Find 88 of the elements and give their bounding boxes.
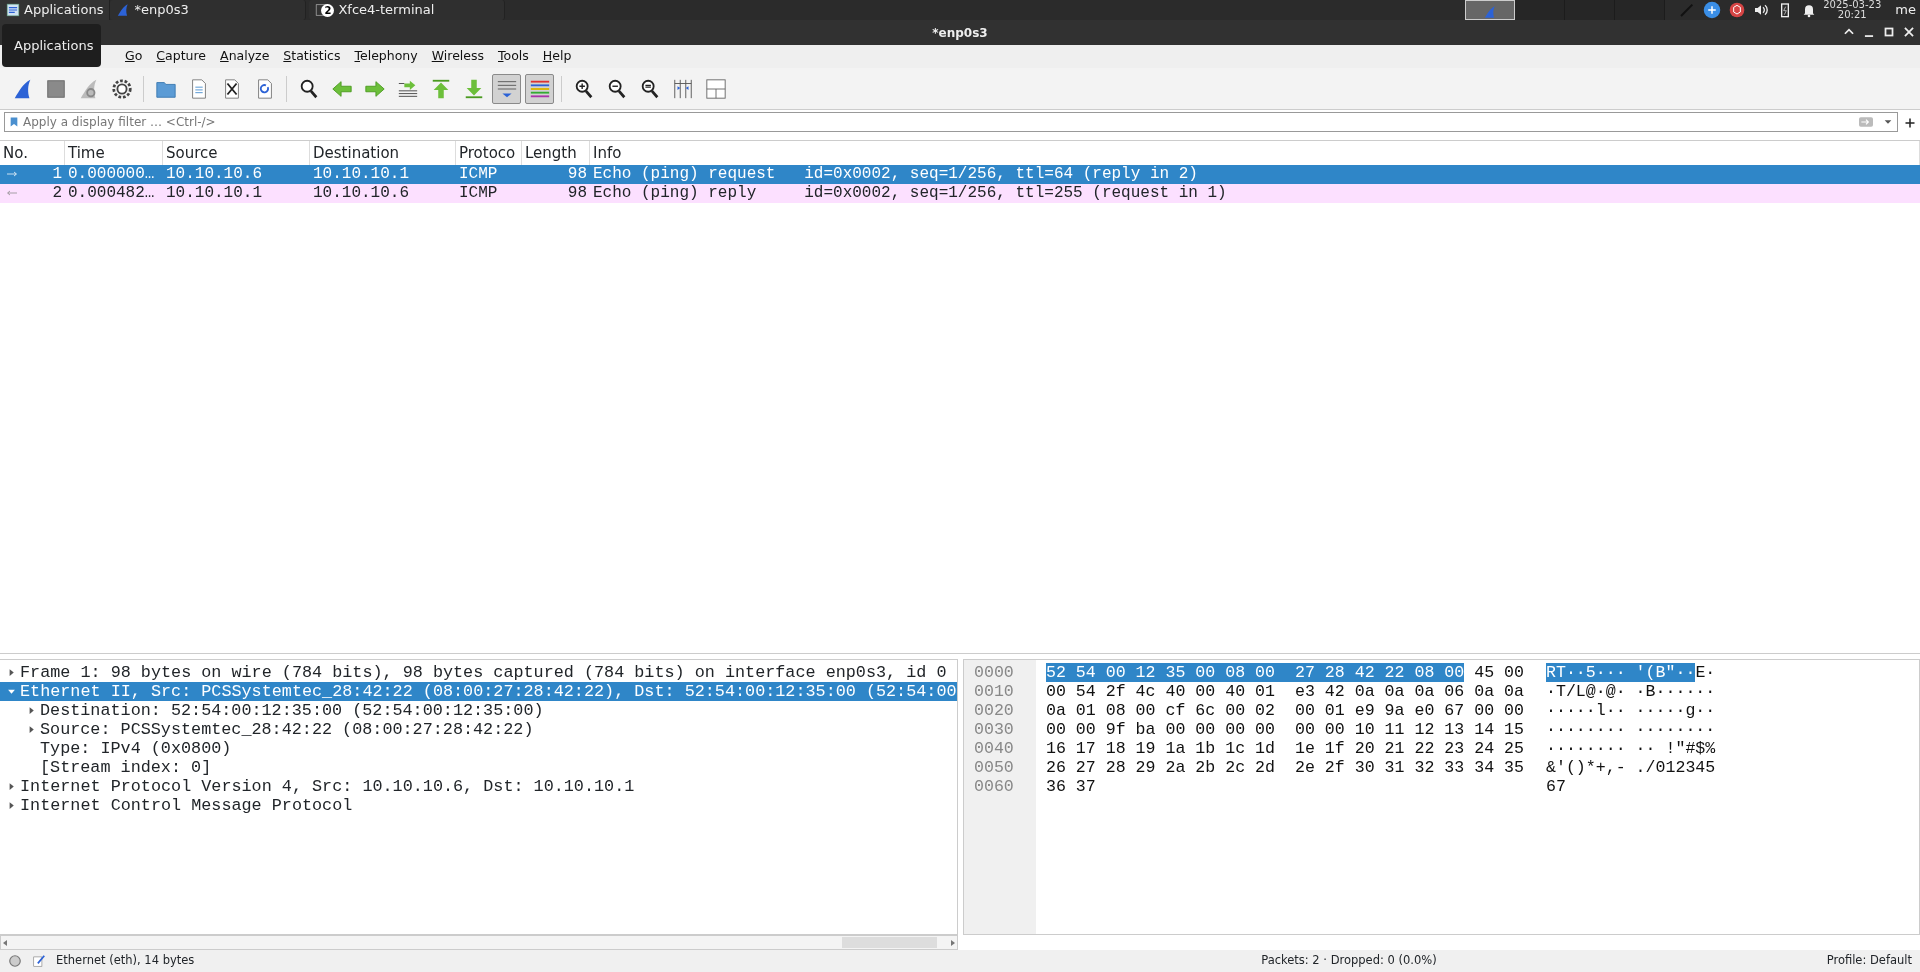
hex-offset: 0000 xyxy=(973,663,1015,682)
menu-item[interactable]: Tools xyxy=(491,47,536,66)
bookmark-icon[interactable] xyxy=(9,115,19,129)
scroll-left-icon[interactable] xyxy=(1,938,9,947)
hex-offset: 0020 xyxy=(973,701,1015,720)
table-cell-text: 10.10.10.1 xyxy=(312,165,410,184)
menu-item[interactable]: Telephony xyxy=(347,47,425,66)
layout-icon xyxy=(704,77,727,100)
user-name[interactable]: me xyxy=(1895,0,1916,20)
tree-item[interactable]: Frame 1: 98 bytes on wire (784 bits), 98 bytes captured (784 bits) on interface enp0s3, id 0 xyxy=(0,663,957,682)
gear-icon xyxy=(110,77,133,100)
hex-offset: 0010 xyxy=(973,682,1015,701)
status-circle-icon[interactable] xyxy=(8,954,22,968)
hex-offset: 0040 xyxy=(973,739,1015,758)
resize-columns-icon xyxy=(671,77,694,100)
shark-fin-icon xyxy=(116,3,131,17)
menu-item[interactable]: Capture xyxy=(149,47,214,66)
table-cell-text: ICMP xyxy=(458,184,499,203)
hex-offset: 0060 xyxy=(973,777,1015,796)
collapse-caret-icon[interactable] xyxy=(6,687,16,696)
tree-item[interactable]: Internet Protocol Version 4, Src: 10.10.10.6, Dst: 10.10.10.1 xyxy=(0,777,957,796)
applications-menu-button[interactable]: Applications xyxy=(0,0,111,20)
clock-time: 20:21 xyxy=(1836,10,1868,20)
ascii-text[interactable]: ·T/L@·@· ·B······ xyxy=(1546,682,1716,701)
close-icon[interactable] xyxy=(1902,25,1916,39)
table-cell: 2 xyxy=(52,184,62,202)
table-cell-text: ICMP xyxy=(458,165,499,184)
hex-bytes[interactable]: 00 00 9f ba 00 00 00 00 00 00 10 11 12 13 14 15 xyxy=(1046,720,1524,739)
hex-bytes[interactable]: 00 54 2f 4c 40 00 40 01 e3 42 0a 0a 0a 06 0a 0a xyxy=(1046,682,1524,701)
packet-row[interactable]: 2 0.000482… 10.10.10.1 10.10.10.6 ICMP 98 Echo (ping) reply id=0x0002, seq=1/256, ttl=255 (request in 1) xyxy=(0,184,1920,203)
ascii-text[interactable]: E· xyxy=(1695,663,1716,682)
clock-date: 2025-03-23 xyxy=(1823,0,1882,10)
tree-item[interactable]: Ethernet II, Src: PCSSystemtec_28:42:22 (08:00:27:28:42:22), Dst: 52:54:00:12:35:00 (52:54:00 xyxy=(0,682,957,701)
tree-item[interactable]: Source: PCSSystemtec_28:42:22 (08:00:27:28:42:22) xyxy=(0,720,957,739)
menu-item[interactable]: Go xyxy=(118,47,150,66)
volume-icon xyxy=(1753,2,1770,18)
ascii-text[interactable]: ·····l·· ·····g·· xyxy=(1546,701,1716,720)
profile-text[interactable]: Profile: Default xyxy=(1826,952,1912,970)
menu-item[interactable]: Analyze xyxy=(213,47,277,66)
scroll-right-icon[interactable] xyxy=(949,938,957,947)
edit-icon[interactable] xyxy=(32,954,46,968)
network-icon xyxy=(1703,1,1722,19)
table-cell-text: 0.000000… xyxy=(67,165,156,184)
hex-bytes[interactable]: 16 17 18 19 1a 1b 1c 1d 1e 1f 20 21 22 23 24 25 xyxy=(1046,739,1524,758)
add-icon[interactable] xyxy=(1904,116,1916,129)
ascii-text[interactable]: ········ ········ xyxy=(1546,720,1716,739)
tree-item[interactable]: [Stream index: 0] xyxy=(0,758,957,777)
table-cell-text: Echo (ping) reply id=0x0002, seq=1/256, ttl=255 (request in 1) xyxy=(592,184,1228,203)
ascii-text[interactable]: 67 xyxy=(1546,777,1566,796)
menu-item[interactable]: Help xyxy=(535,47,579,66)
ascii-text[interactable]: RT··5··· '(B"·· xyxy=(1546,663,1696,682)
stop-icon xyxy=(44,77,67,100)
packet-row[interactable]: 1 0.000000… 10.10.10.6 10.10.10.1 ICMP 98 Echo (ping) request id=0x0002, seq=1/256, ttl=64 (reply in 2) xyxy=(0,165,1920,184)
table-cell-text: 10.10.10.6 xyxy=(312,184,410,203)
hex-offset: 0030 xyxy=(973,720,1015,739)
table-cell-text: 10.10.10.1 xyxy=(165,184,263,203)
hex-bytes[interactable]: 36 37 xyxy=(1046,777,1096,796)
ascii-text[interactable]: ········ ·· !"#$% xyxy=(1546,739,1716,758)
tooltip: Applications xyxy=(2,24,101,67)
tree-item[interactable]: Type: IPv4 (0x0800) xyxy=(0,739,957,758)
hex-bytes[interactable]: 26 27 28 29 2a 2b 2c 2d 2e 2f 30 31 32 33 34 35 xyxy=(1046,758,1524,777)
hex-offset: 0050 xyxy=(973,758,1015,777)
menu-item[interactable]: Wireless xyxy=(424,47,491,66)
maximize-icon[interactable] xyxy=(1882,25,1896,39)
menu-item[interactable]: Statistics xyxy=(276,47,348,66)
horizontal-scrollbar[interactable] xyxy=(0,935,958,950)
window-count-badge: 2 xyxy=(321,3,335,17)
menu-icon xyxy=(6,3,20,17)
window-title: *enp0s3 xyxy=(932,24,988,42)
package-icon xyxy=(1729,2,1746,18)
shark-fin-icon xyxy=(1483,4,1498,19)
hex-bytes[interactable]: 0a 01 08 00 cf 6c 00 02 00 01 e9 9a e0 67 00 00 xyxy=(1046,701,1524,720)
hex-bytes[interactable]: 52 54 00 12 35 00 08 00 27 28 42 22 08 00 xyxy=(1046,663,1465,682)
table-cell-text: 98 xyxy=(566,165,588,184)
taskbar-window-button[interactable]: 2 Xfce4-terminal xyxy=(309,0,506,20)
table-cell: 1 xyxy=(52,165,62,183)
table-cell-text: Echo (ping) request id=0x0002, seq=1/256, ttl=64 (reply in 2) xyxy=(592,165,1199,184)
table-cell-text: 0.000482… xyxy=(67,184,156,203)
tree-item[interactable]: Internet Control Message Protocol xyxy=(0,796,957,815)
packet-count-text: Packets: 2 · Dropped: 0 (0.0%) xyxy=(1261,952,1437,970)
tree-item[interactable]: Destination: 52:54:00:12:35:00 (52:54:00:12:35:00) xyxy=(0,701,957,720)
ascii-text[interactable]: &'()*+,- ./012345 xyxy=(1546,758,1716,777)
pen-icon xyxy=(1679,2,1696,18)
taskbar-window-button[interactable]: *enp0s3 xyxy=(110,0,307,20)
field-info-text: Ethernet (eth), 14 bytes xyxy=(56,952,195,970)
hex-bytes[interactable]: 45 00 xyxy=(1464,663,1524,682)
table-cell-text: 98 xyxy=(566,184,588,203)
table-cell-text: 10.10.10.6 xyxy=(165,165,263,184)
